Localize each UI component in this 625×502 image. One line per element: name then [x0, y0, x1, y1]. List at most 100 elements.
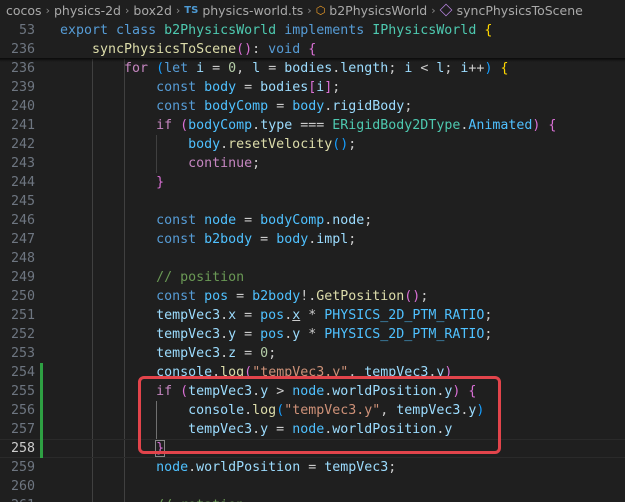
line-code: tempVec3.y = pos.y * PHYSICS_2D_PTM_RATI…: [60, 325, 492, 344]
chevron-right-icon: ›: [431, 3, 436, 17]
code-token: ;: [348, 232, 357, 247]
line-code: tempVec3.x = pos.x * PHYSICS_2D_PTM_RATI…: [60, 306, 492, 325]
code-line[interactable]: 261 // rotation: [0, 496, 625, 502]
code-token: bodyComp: [188, 118, 253, 133]
code-token: i: [404, 61, 421, 76]
code-token: ;: [420, 289, 429, 304]
breadcrumb-item[interactable]: cocos: [6, 3, 42, 18]
code-line[interactable]: 259 node.worldPosition = tempVec3;: [0, 458, 625, 477]
line-code: syncPhysicsToScene(): void {: [60, 40, 316, 59]
code-token: body: [292, 99, 325, 114]
code-editor[interactable]: cocos › physics-2d › box2d › TS physics-world.t…: [0, 0, 625, 502]
code-line[interactable]: 247 const b2body = body.impl;: [0, 230, 625, 249]
line-code: const b2body = body.impl;: [60, 230, 356, 249]
line-code: // rotation: [60, 496, 244, 502]
method-icon: [439, 3, 453, 17]
line-number: 258: [10, 441, 35, 456]
code-token: ;: [388, 460, 397, 475]
code-line[interactable]: 249 // position: [0, 268, 625, 287]
line-number: 248: [10, 251, 35, 266]
line-number: 246: [10, 213, 35, 228]
line-number: 245: [10, 194, 35, 209]
code-token: =: [236, 289, 253, 304]
line-number: 244: [10, 175, 35, 190]
code-token: GetPosition: [316, 289, 405, 304]
chevron-right-icon: ›: [307, 3, 312, 17]
code-line[interactable]: 239 const body = bodies[i];: [0, 78, 625, 97]
line-code: export class b2PhysicsWorld implements I…: [60, 21, 492, 40]
code-token: =: [244, 346, 261, 361]
sticky-scroll-line[interactable]: 236 syncPhysicsToScene(): void {: [0, 40, 625, 59]
code-line[interactable]: 250 const pos = b2body!.GetPosition();: [0, 287, 625, 306]
code-token: bodies: [284, 61, 333, 76]
code-line[interactable]: 243 continue;: [0, 154, 625, 173]
code-token: .: [188, 460, 197, 475]
code-token: ;: [332, 80, 341, 95]
line-code: }: [60, 173, 164, 192]
line-code: if (bodyComp.type === ERigidBody2DType.A…: [60, 116, 556, 135]
code-token: <: [420, 61, 437, 76]
code-token: =: [260, 232, 277, 247]
line-number: 236: [10, 42, 35, 57]
code-token: =: [244, 213, 261, 228]
breadcrumb-item[interactable]: syncPhysicsToScene: [439, 2, 583, 18]
code-token: node: [332, 213, 365, 228]
code-line[interactable]: 253 tempVec3.z = 0;: [0, 344, 625, 363]
code-token: worldPosition: [196, 460, 309, 475]
breadcrumb-item[interactable]: TS physics-world.ts: [184, 3, 303, 18]
code-token: tempVec3: [324, 460, 389, 475]
code-token: continue: [188, 156, 253, 171]
code-token: =: [308, 460, 325, 475]
class-icon: ⬡: [315, 3, 326, 17]
breadcrumb-item[interactable]: ⬡ b2PhysicsWorld: [316, 3, 428, 18]
breadcrumb-item[interactable]: box2d: [133, 3, 171, 18]
breadcrumb-item[interactable]: physics-2d: [54, 3, 121, 18]
code-line[interactable]: 242 body.resetVelocity();: [0, 135, 625, 154]
code-token: bodies: [260, 80, 309, 95]
line-code: const node = bodyComp.node;: [60, 211, 372, 230]
code-token: (): [404, 289, 421, 304]
code-token: ;: [388, 61, 405, 76]
code-token: {: [308, 42, 317, 57]
code-token: (): [236, 42, 253, 57]
code-line[interactable]: 252 tempVec3.y = pos.y * PHYSICS_2D_PTM_…: [0, 325, 625, 344]
code-token: l: [252, 61, 269, 76]
code-token: implements: [284, 23, 373, 38]
code-token: rigidBody: [332, 99, 405, 114]
line-code: const pos = b2body!.GetPosition();: [60, 287, 428, 306]
code-token: ): [484, 61, 501, 76]
code-line[interactable]: 245: [0, 192, 625, 211]
code-token: *: [300, 308, 325, 323]
code-line[interactable]: 251 tempVec3.x = pos.x * PHYSICS_2D_PTM_…: [0, 306, 625, 325]
code-token: Animated: [468, 118, 533, 133]
code-token: =: [244, 80, 261, 95]
git-change-indicator[interactable]: [40, 363, 43, 458]
code-token: ;: [484, 308, 493, 323]
code-token: =: [244, 327, 261, 342]
code-token: pos: [260, 327, 285, 342]
sticky-scroll-line[interactable]: 53 export class b2PhysicsWorld implements…: [0, 21, 625, 40]
breadcrumb-label: syncPhysicsToScene: [456, 2, 583, 18]
code-line[interactable]: 241 if (bodyComp.type === ERigidBody2DTy…: [0, 116, 625, 135]
code-line[interactable]: 240 const bodyComp = body.rigidBody;: [0, 97, 625, 116]
breadcrumb-label: physics-2d: [53, 2, 121, 18]
line-code: tempVec3.z = 0;: [60, 344, 276, 363]
code-token: ;: [268, 346, 277, 361]
line-number: 239: [10, 80, 35, 95]
code-line[interactable]: 246 const node = bodyComp.node;: [0, 211, 625, 230]
code-line[interactable]: 244 }: [0, 173, 625, 192]
line-code: continue;: [60, 154, 260, 173]
code-token: {: [484, 23, 493, 38]
code-line[interactable]: 260: [0, 477, 625, 496]
code-token: PHYSICS_2D_PTM_RATIO: [324, 308, 485, 323]
line-number: 252: [10, 327, 35, 342]
code-token: type: [260, 118, 301, 133]
line-number: 250: [10, 289, 35, 304]
breadcrumb-label: box2d: [133, 2, 172, 18]
code-token: b2body: [252, 289, 301, 304]
code-token: ===: [300, 118, 333, 133]
code-line[interactable]: 248: [0, 249, 625, 268]
